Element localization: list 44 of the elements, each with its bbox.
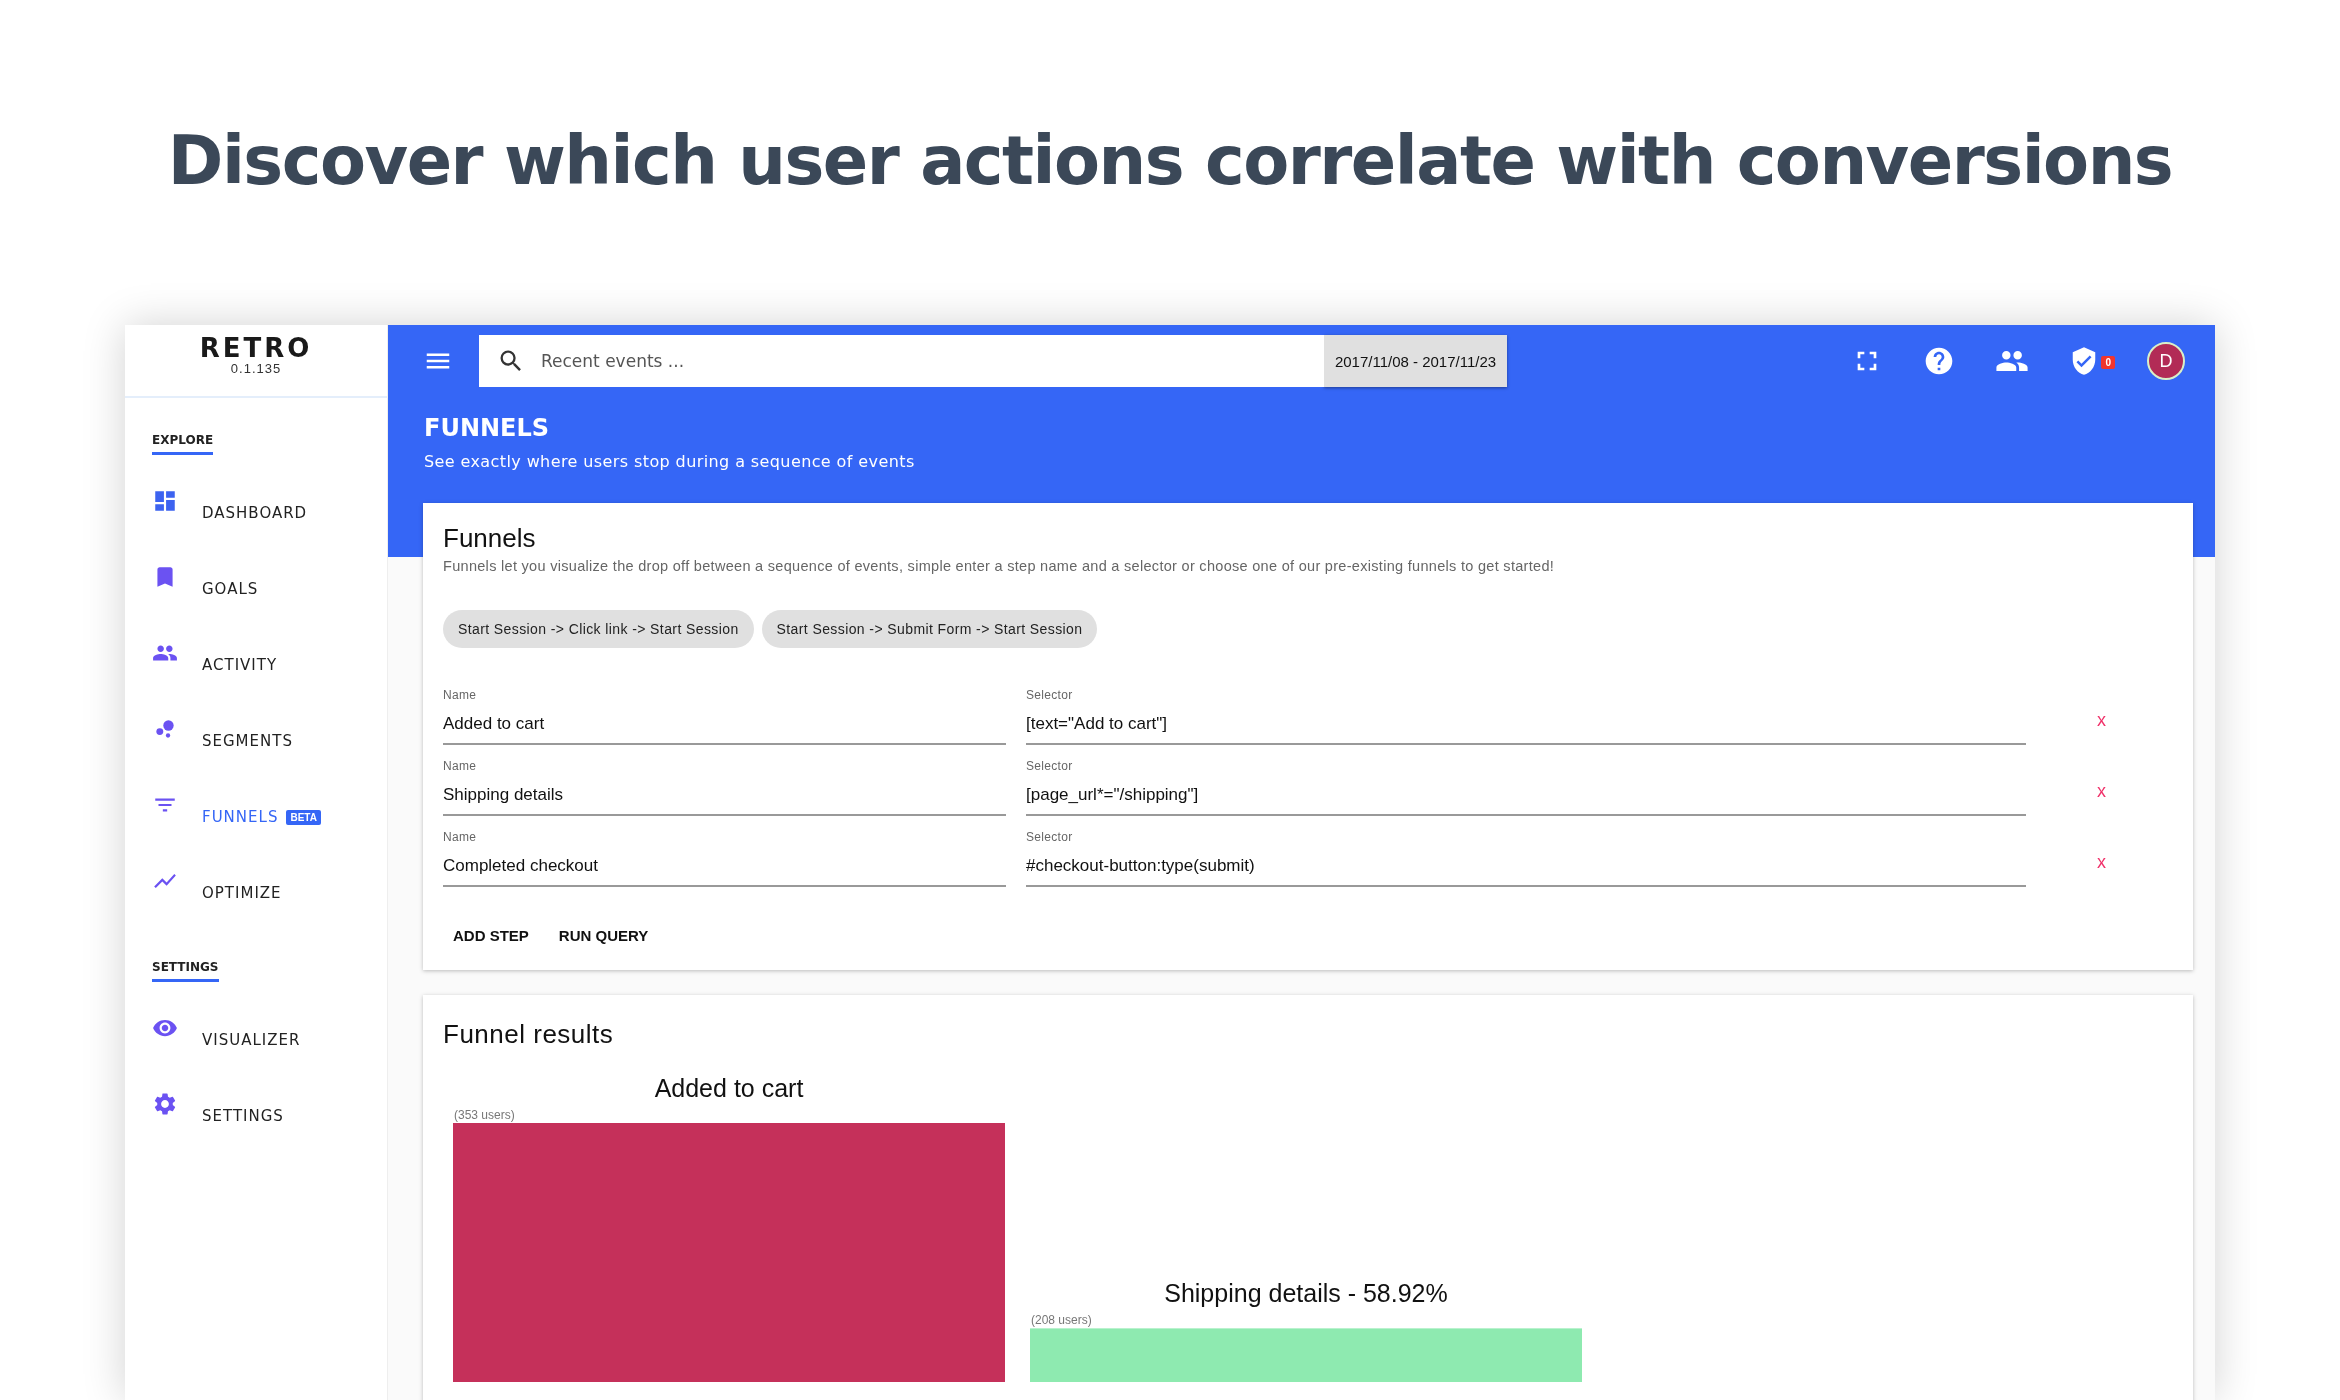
name-field[interactable]: Name Added to cart bbox=[443, 688, 1006, 745]
help-icon bbox=[1923, 345, 1955, 377]
nav-item[interactable]: ACTIVITY bbox=[202, 656, 278, 674]
nav-item[interactable]: FUNNELS bbox=[202, 808, 279, 826]
card-title: Funnel results bbox=[443, 1019, 615, 1050]
action-button[interactable]: ADD STEP bbox=[443, 921, 539, 950]
version-text: 0.1.135 bbox=[230, 361, 282, 376]
nav-item[interactable]: DASHBOARD bbox=[202, 504, 308, 522]
dashboard-icon bbox=[152, 488, 178, 514]
page-title: FUNNELS bbox=[424, 414, 551, 442]
nav-item[interactable]: SETTINGS bbox=[202, 1107, 284, 1125]
preset-chip[interactable]: Start Session -> Submit Form -> Start Session bbox=[761, 610, 1098, 648]
beta-badge: BETA bbox=[286, 809, 321, 825]
nav-item[interactable]: SEGMENTS bbox=[202, 732, 293, 750]
bar-value-label: (353 users) bbox=[454, 1108, 515, 1122]
card-description: Funnels let you visualize the drop off between a sequence of events, simple enter a step name and a selector or choose one of our pre-existing funnels to get started! bbox=[443, 558, 1556, 574]
nav-item[interactable]: OPTIMIZE bbox=[202, 884, 282, 902]
section-title: SETTINGS bbox=[152, 961, 219, 982]
selector-field[interactable]: Selector [page_url*="/shipping"] bbox=[1026, 759, 2026, 816]
bar-title: Added to cart bbox=[654, 1074, 804, 1102]
nav-item[interactable]: GOALS bbox=[202, 580, 259, 598]
selector-field[interactable]: Selector [text="Add to cart"] bbox=[1026, 688, 2026, 745]
name-field[interactable]: Name Shipping details bbox=[443, 759, 1006, 816]
action-button[interactable]: RUN QUERY bbox=[548, 921, 659, 950]
help-button[interactable] bbox=[1923, 345, 1955, 377]
bar-title: Shipping details - 58.92% bbox=[1164, 1279, 1448, 1308]
settings-icon bbox=[152, 1091, 178, 1117]
page-subtitle: See exactly where users stop during a sequence of events bbox=[424, 452, 916, 471]
remove-button[interactable]: x bbox=[2093, 852, 2110, 873]
headline: Discover which user actions correlate with conversions bbox=[167, 122, 2173, 202]
logo: RETRO bbox=[199, 335, 313, 361]
section-title: EXPLORE bbox=[152, 434, 214, 455]
date-range-button[interactable]: 2017/11/08 - 2017/11/23 bbox=[1324, 335, 1507, 387]
name-field[interactable]: Name Completed checkout bbox=[443, 830, 1006, 887]
remove-button[interactable]: x bbox=[2093, 781, 2110, 802]
avatar[interactable]: D bbox=[2147, 342, 2185, 380]
nav-item[interactable]: VISUALIZER bbox=[202, 1031, 301, 1049]
remove-button[interactable]: x bbox=[2093, 710, 2110, 731]
search-field[interactable]: Recent events ... bbox=[479, 335, 1324, 387]
bar-value-label: (208 users) bbox=[1031, 1313, 1092, 1328]
notification-badge: 0 bbox=[2101, 356, 2115, 369]
preset-chip[interactable]: Start Session -> Click link -> Start Session bbox=[443, 610, 754, 648]
card-title: Funnels bbox=[443, 523, 537, 554]
selector-field[interactable]: Selector #checkout-button:type(submit) bbox=[1026, 830, 2026, 887]
